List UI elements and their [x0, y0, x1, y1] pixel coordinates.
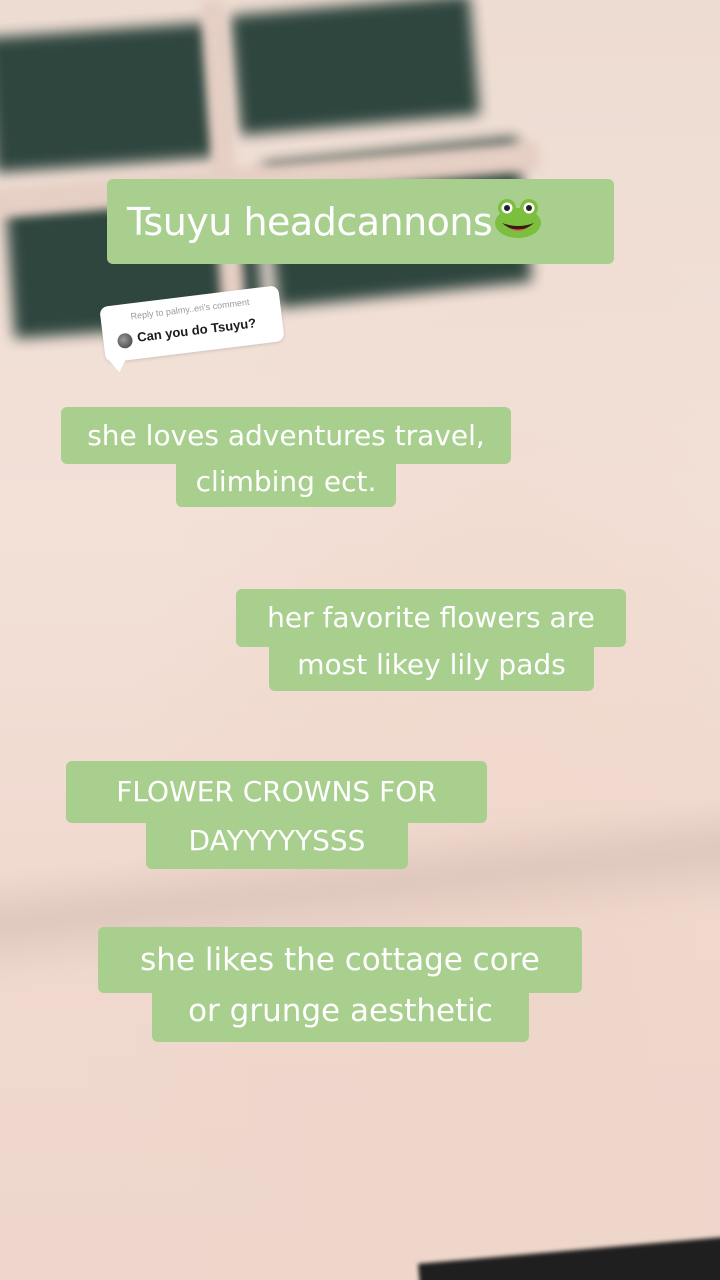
- window-pane: [0, 22, 220, 173]
- title-text: Tsuyu headcannons: [127, 200, 493, 244]
- video-title: Tsuyu headcannons: [107, 179, 614, 264]
- avatar: [116, 332, 134, 350]
- reply-comment-text: Can you do Tsuyu?: [136, 315, 257, 345]
- bubble-tail: [109, 359, 128, 374]
- caption-line: most likey lily pads: [269, 636, 594, 691]
- window-pane: [230, 0, 480, 136]
- caption-line: DAYYYYYSSS: [146, 812, 408, 869]
- caption-line: climbing ect.: [176, 453, 396, 507]
- frog-icon: [494, 197, 542, 245]
- caption-line: or grunge aesthetic: [152, 980, 529, 1042]
